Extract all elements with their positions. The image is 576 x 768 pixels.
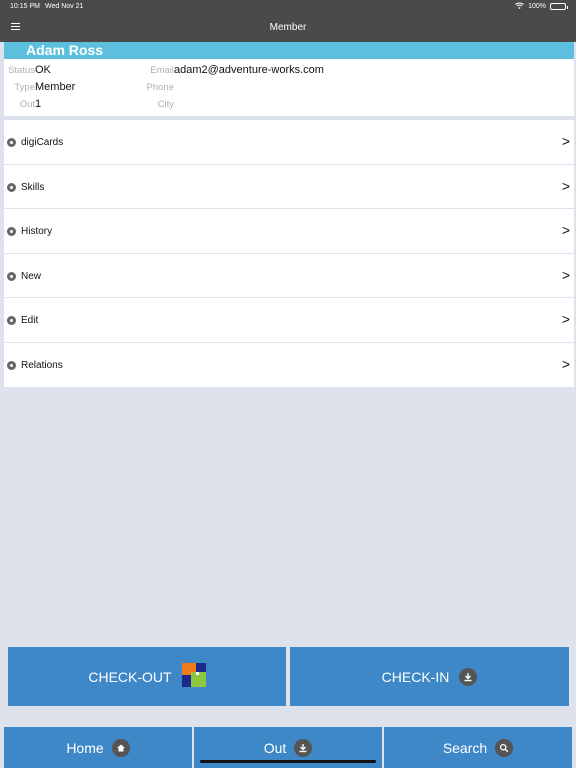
clock-circle-icon	[7, 227, 16, 236]
status-date: Wed Nov 21	[45, 3, 84, 10]
status-bar: 10:15 PM Wed Nov 21 100%	[0, 0, 576, 14]
email-row: Emailadam2@adventure-works.com	[4, 64, 324, 78]
battery-percent: 100%	[528, 3, 546, 10]
radio-circle-icon	[7, 271, 16, 281]
menu-list: digiCards > Skills > History > New > Edi…	[4, 120, 574, 387]
nav-bar: Member	[0, 14, 576, 42]
search-icon	[495, 738, 514, 757]
menu-item-label: Relations	[21, 359, 63, 371]
check-out-label: CHECK-OUT	[88, 668, 172, 685]
chevron-right-icon: >	[561, 355, 570, 372]
check-circle-icon	[7, 138, 16, 147]
check-in-button[interactable]: CHECK-IN	[290, 647, 569, 706]
radio-circle-icon	[7, 316, 16, 325]
email-label: Email	[150, 65, 174, 76]
menu-item-label: digiCards	[21, 137, 64, 148]
chevron-right-icon: >	[561, 311, 570, 327]
phone-row: Phone	[4, 81, 174, 95]
home-icon	[111, 738, 130, 757]
status-right: 100%	[515, 2, 568, 11]
tab-home[interactable]: Home	[4, 727, 192, 768]
check-out-button[interactable]: CHECK-OUT	[8, 647, 286, 706]
menu-item-skills[interactable]: Skills >	[4, 165, 574, 209]
download-icon	[294, 738, 313, 757]
menu-item-edit[interactable]: Edit >	[4, 298, 574, 343]
city-row: City	[4, 98, 174, 112]
checkout-logo-icon	[181, 663, 206, 690]
page-title: Member	[269, 22, 307, 33]
member-card: Adam Ross StatusOK TypeMember Out1 Email…	[4, 42, 574, 116]
chevron-right-icon: >	[561, 222, 570, 238]
city-label: City	[157, 99, 174, 110]
menu-item-relations[interactable]: Relations >	[4, 343, 574, 388]
chevron-right-icon: >	[561, 266, 570, 283]
chevron-right-icon: >	[561, 133, 570, 149]
download-icon	[459, 667, 478, 686]
menu-item-label: New	[21, 270, 42, 282]
menu-item-history[interactable]: History >	[4, 209, 574, 254]
battery-icon	[550, 3, 568, 10]
tab-home-label: Home	[66, 739, 104, 756]
check-in-label: CHECK-IN	[381, 668, 450, 685]
tab-search[interactable]: Search	[384, 727, 572, 768]
wifi-icon	[515, 2, 524, 11]
chevron-right-icon: >	[561, 177, 570, 194]
tab-out[interactable]: Out	[194, 727, 382, 768]
tab-search-label: Search	[442, 739, 488, 756]
email-value[interactable]: adam2@adventure-works.com	[174, 64, 324, 76]
radio-circle-icon	[7, 360, 16, 370]
menu-item-label: Skills	[21, 181, 45, 193]
status-time: 10:15 PM	[10, 3, 40, 10]
tab-bar: Home Out Search	[4, 727, 572, 768]
star-circle-icon	[7, 182, 16, 192]
menu-item-digicards[interactable]: digiCards >	[4, 120, 574, 165]
menu-item-new[interactable]: New >	[4, 254, 574, 298]
phone-label: Phone	[146, 82, 174, 93]
member-name: Adam Ross	[4, 42, 574, 59]
tab-out-label: Out	[263, 739, 287, 756]
menu-item-label: History	[21, 226, 53, 237]
menu-item-label: Edit	[21, 315, 39, 326]
